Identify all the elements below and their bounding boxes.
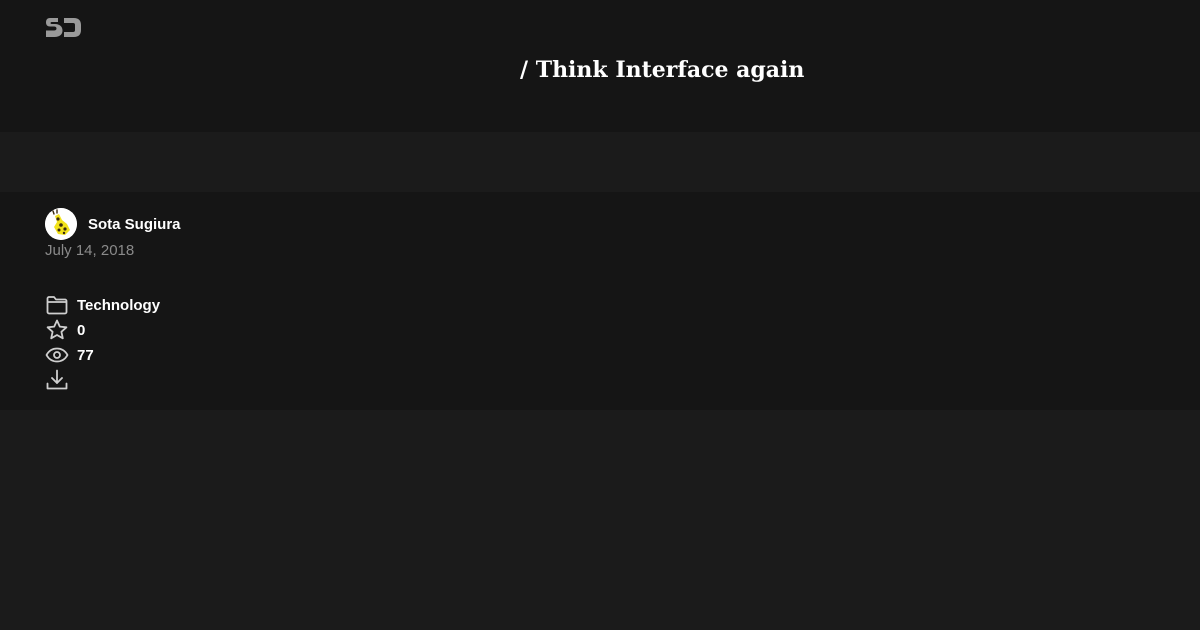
- category-label[interactable]: Technology: [77, 297, 160, 314]
- stars-count: 0: [77, 321, 86, 339]
- author-name[interactable]: Sota Sugiura: [88, 216, 181, 233]
- slide-area: [0, 132, 1200, 192]
- author-link[interactable]: Sota Sugiura: [45, 208, 181, 240]
- speakerdeck-logo-icon[interactable]: [45, 16, 82, 40]
- views-count: 77: [77, 346, 94, 364]
- publish-date: July 14, 2018: [45, 242, 135, 259]
- star-icon[interactable]: [45, 318, 69, 342]
- stars-row[interactable]: 0: [45, 318, 85, 342]
- download-row[interactable]: [45, 368, 69, 392]
- category-row[interactable]: Technology: [45, 293, 160, 317]
- deck-title[interactable]: / Think Interface again: [520, 54, 804, 86]
- views-row: 77: [45, 343, 94, 367]
- download-icon[interactable]: [45, 368, 69, 392]
- eye-icon: [45, 347, 69, 363]
- header: / Think Interface again: [0, 0, 1200, 132]
- deck-info-panel: Sota Sugiura July 14, 2018 Technology 0 …: [0, 192, 1200, 410]
- folder-icon: [46, 296, 68, 315]
- giraffe-avatar-icon[interactable]: [45, 208, 77, 240]
